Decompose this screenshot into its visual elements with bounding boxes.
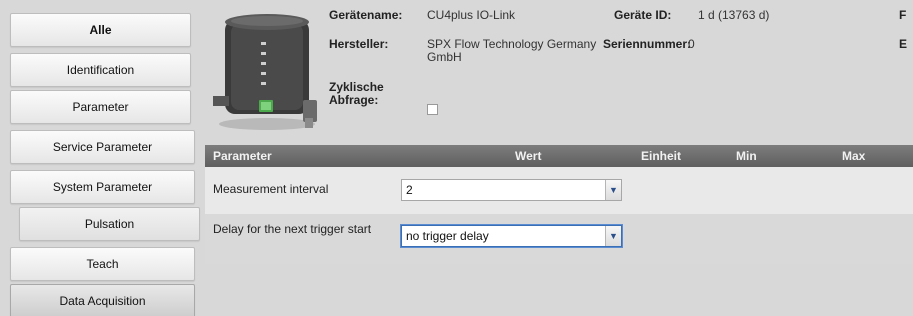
sidebar: Alle Identification Parameter Service Pa… bbox=[0, 0, 205, 316]
parameter-table-header: Parameter Wert Einheit Min Max bbox=[205, 145, 913, 167]
device-id-value: 1 d (13763 d) bbox=[698, 8, 770, 22]
measurement-interval-select[interactable]: 2 ▼ bbox=[401, 179, 622, 201]
col-value: Wert bbox=[515, 149, 542, 163]
sidebar-item-label: Identification bbox=[66, 63, 135, 77]
sidebar-item-data-acquisition[interactable]: Data Acquisition bbox=[10, 284, 195, 316]
param-label: Measurement interval bbox=[213, 182, 329, 196]
manufacturer-value: SPX Flow Technology Germany GmbH bbox=[427, 37, 597, 64]
sidebar-item-label: Service Parameter bbox=[52, 140, 153, 154]
sidebar-item-parameter[interactable]: Parameter bbox=[10, 90, 191, 124]
chevron-down-icon[interactable]: ▼ bbox=[605, 180, 621, 200]
table-row: Measurement interval 2 ▼ bbox=[205, 167, 913, 214]
col-min: Min bbox=[736, 149, 757, 163]
sidebar-item-service-parameter[interactable]: Service Parameter bbox=[10, 130, 195, 164]
cyclic-query-label: Zyklische Abfrage: bbox=[329, 80, 384, 107]
sidebar-item-label: Teach bbox=[86, 257, 119, 271]
device-info-panel: Gerätename: CU4plus IO-Link Geräte ID: 1… bbox=[205, 0, 913, 145]
sidebar-item-label: Alle bbox=[89, 23, 112, 37]
sidebar-item-label: Pulsation bbox=[84, 217, 135, 231]
cyclic-query-checkbox[interactable] bbox=[427, 104, 438, 115]
device-image bbox=[213, 14, 317, 130]
cut-off-label: E bbox=[899, 37, 908, 51]
col-parameter: Parameter bbox=[213, 149, 272, 163]
sidebar-item-identification[interactable]: Identification bbox=[10, 53, 191, 87]
table-row: Delay for the next trigger start no trig… bbox=[205, 214, 913, 264]
cut-off-label: F bbox=[899, 8, 907, 22]
chevron-down-icon[interactable]: ▼ bbox=[605, 226, 621, 246]
sidebar-item-alle[interactable]: Alle bbox=[10, 13, 191, 47]
sidebar-item-teach[interactable]: Teach bbox=[10, 247, 195, 281]
col-unit: Einheit bbox=[641, 149, 682, 163]
device-name-value: CU4plus IO-Link bbox=[427, 8, 516, 22]
serial-number-label: Seriennummer: bbox=[603, 37, 692, 51]
sidebar-item-system-parameter[interactable]: System Parameter bbox=[10, 170, 195, 204]
param-label: Delay for the next trigger start bbox=[213, 222, 372, 236]
content-background bbox=[205, 264, 913, 316]
trigger-delay-select[interactable]: no trigger delay ▼ bbox=[401, 225, 622, 247]
sidebar-item-label: System Parameter bbox=[52, 180, 153, 194]
serial-number-value: 0 bbox=[688, 37, 695, 51]
manufacturer-label: Hersteller: bbox=[329, 37, 389, 51]
device-name-label: Gerätename: bbox=[329, 8, 403, 22]
sidebar-item-label: Data Acquisition bbox=[59, 294, 146, 308]
sidebar-item-label: Parameter bbox=[72, 100, 129, 114]
select-value: no trigger delay bbox=[406, 229, 489, 243]
col-max: Max bbox=[842, 149, 866, 163]
sidebar-item-pulsation[interactable]: Pulsation bbox=[19, 207, 200, 241]
select-value: 2 bbox=[406, 183, 413, 197]
device-id-label: Geräte ID: bbox=[614, 8, 672, 22]
